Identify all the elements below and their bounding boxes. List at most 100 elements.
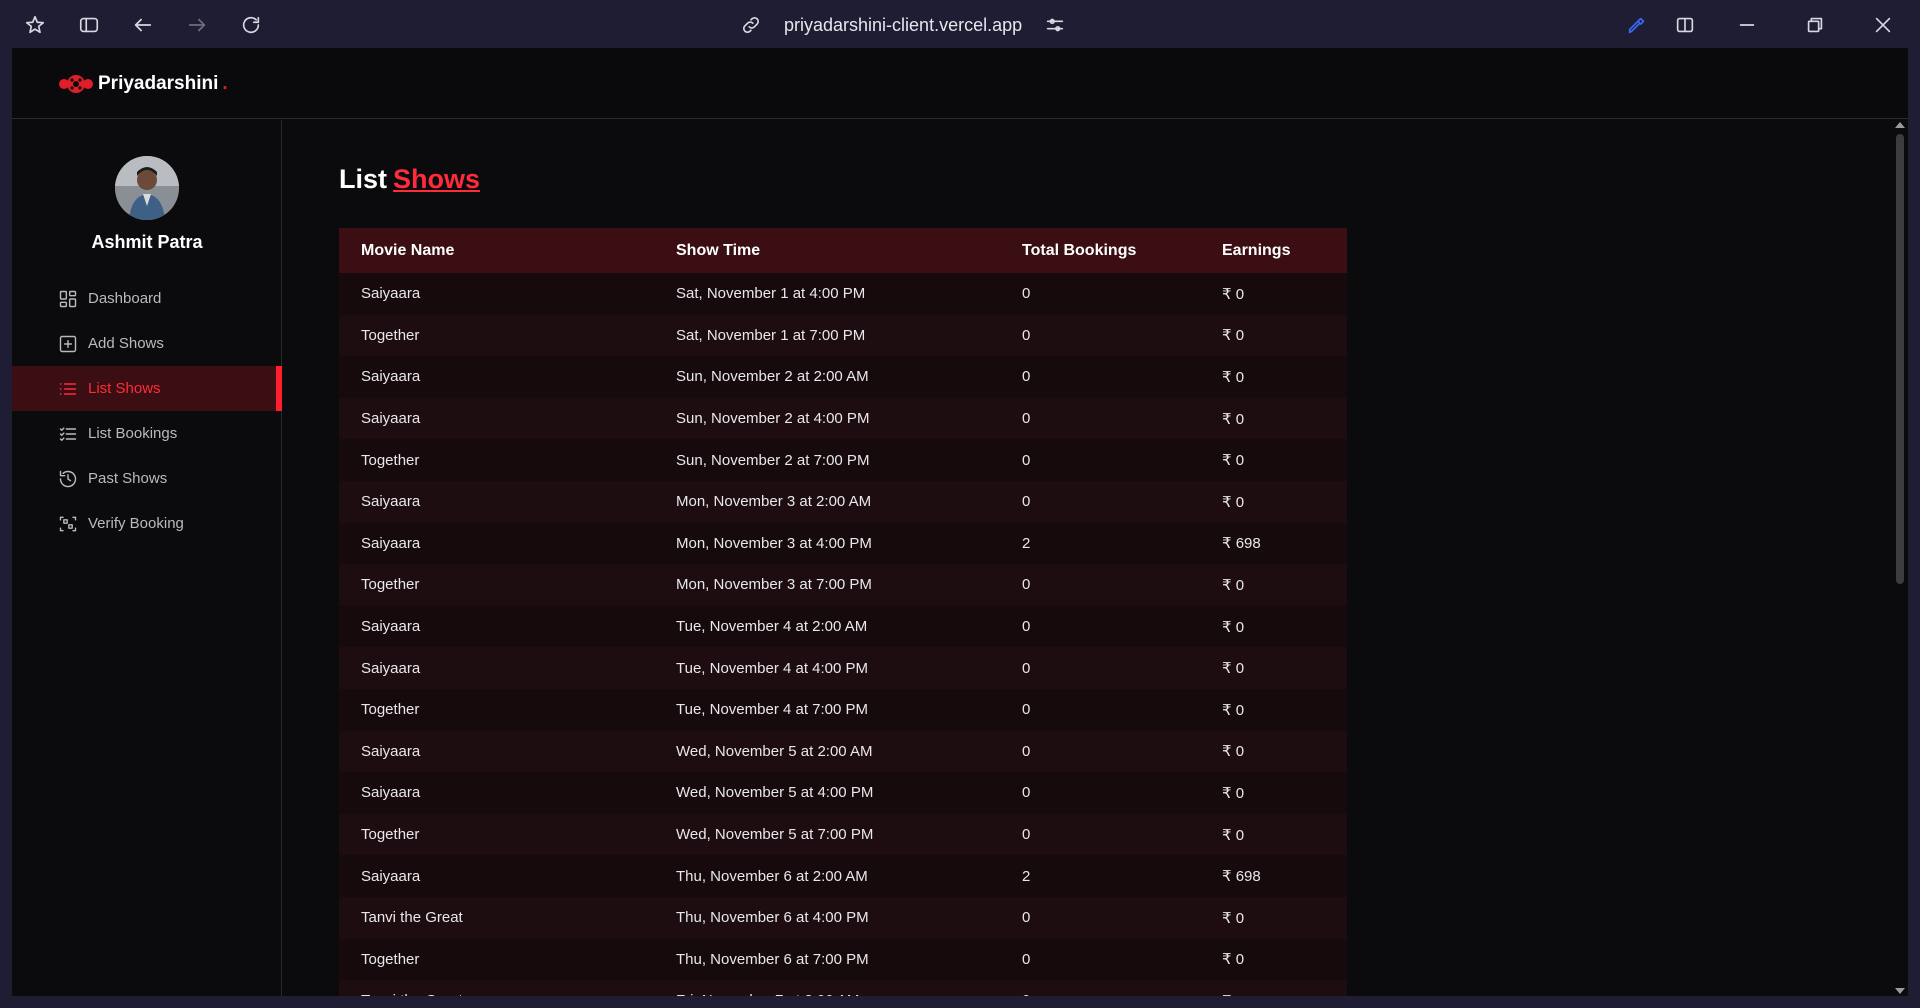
browser-toolbar: priyadarshini-client.vercel.app [0,0,1920,49]
earnings-cell: ₹ 0 [1222,909,1245,927]
history-icon [59,470,77,487]
total-bookings-cell: 0 [1022,659,1031,677]
back-icon[interactable] [130,12,156,38]
earnings-cell: ₹ 0 [1222,951,1245,969]
earnings-cell: ₹ 0 [1200,980,1347,996]
earnings-cell: ₹ 0 [1222,493,1245,511]
earnings-cell: ₹ 0 [1222,368,1245,386]
film-reel-logo-icon [59,75,93,93]
scrollbar-thumb[interactable] [1896,134,1904,584]
table-body: Saiyaara Sat, November 1 at 4:00 PM 0 ₹ 0 To… [339,273,1347,996]
table-row: Saiyaara Wed, November 5 at 4:00 PM 0 ₹ 0 [339,772,1347,814]
show-time-cell: Sun, November 2 at 7:00 PM [676,451,870,469]
scroll-down-arrow-icon[interactable] [1895,988,1905,994]
table-row: Saiyaara Tue, November 4 at 4:00 PM 0 ₹ 0 [339,647,1347,689]
split-view-icon[interactable] [1672,12,1698,38]
list-checks-icon [59,426,77,441]
show-time-cell: Sat, November 1 at 4:00 PM [676,285,866,303]
earnings-cell: ₹ 698 [1222,868,1261,886]
movie-name-cell: Saiyaara [361,867,421,885]
movie-name-cell: Saiyaara [361,493,421,511]
sidebar-item-dashboard[interactable]: Dashboard [12,276,282,321]
dashboard-icon [59,290,77,307]
sidebar-toggle-icon[interactable] [76,12,102,38]
scroll-up-arrow-icon[interactable] [1895,122,1905,128]
link-icon [740,14,762,36]
table-row: Saiyaara Tue, November 4 at 2:00 AM 0 ₹ 0 [339,605,1347,648]
table-row: Saiyaara Sun, November 2 at 4:00 PM 0 ₹ 0 [339,397,1347,440]
site-settings-icon[interactable] [1044,14,1066,36]
page-title-accent: Shows [393,164,481,194]
earnings-cell: ₹ 0 [1222,285,1245,303]
address-bar[interactable]: priyadarshini-client.vercel.app [740,10,1066,40]
top-navbar: Priyadarshini. [12,48,1908,119]
user-name: Ashmit Patra [91,232,203,252]
reload-icon[interactable] [238,12,264,38]
table-row: Together Mon, November 3 at 7:00 PM 0 ₹ 0 [339,564,1347,606]
movie-name-cell: Together [361,950,420,968]
plus-square-icon [59,335,77,352]
sidebar-item-list-bookings[interactable]: List Bookings [12,411,282,456]
column-header-earnings: Earnings [1222,241,1291,259]
show-time-cell: Wed, November 5 at 7:00 PM [676,826,874,844]
earnings-cell: ₹ 0 [1222,410,1245,428]
main-content: List Shows Movie Name Show Time Total Boo… [282,120,1892,996]
earnings-cell: ₹ 0 [1222,826,1245,844]
earnings-cell: ₹ 0 [1222,327,1245,345]
logo-dot: . [222,73,228,94]
sidebar-item-label: Past Shows [88,470,168,487]
total-bookings-cell: 0 [1022,909,1031,927]
table-row: Saiyaara Thu, November 6 at 2:00 AM 2 ₹ 698 [339,855,1347,897]
total-bookings-cell: 0 [1000,980,1200,996]
show-time-cell: Fri, November 7 at 2:00 AM [654,980,1000,996]
show-time-cell: Mon, November 3 at 2:00 AM [676,493,872,511]
close-icon[interactable] [1870,12,1896,38]
total-bookings-cell: 0 [1022,326,1031,344]
table-header-row: Movie Name Show Time Total Bookings Earn… [339,228,1347,273]
app-window: Priyadarshini. Ashmit Patra Dashboard Ad… [12,48,1908,996]
sidebar-item-add-shows[interactable]: Add Shows [12,321,282,366]
minimize-icon[interactable] [1734,12,1760,38]
table-row: Together Thu, November 6 at 7:00 PM 0 ₹ 0 [339,938,1347,981]
total-bookings-cell: 0 [1022,618,1031,636]
table-row: Saiyaara Mon, November 3 at 2:00 AM 0 ₹ 0 [339,480,1347,523]
page-title-prefix: List [339,164,388,194]
sidebar-item-list-shows[interactable]: List Shows [12,366,282,411]
table-row: Saiyaara Wed, November 5 at 2:00 AM 0 ₹ 0 [339,730,1347,773]
show-time-cell: Thu, November 6 at 2:00 AM [676,867,868,885]
movie-name-cell: Together [361,451,420,469]
total-bookings-cell: 0 [1022,576,1031,594]
table-row: Saiyaara Sun, November 2 at 2:00 AM 0 ₹ 0 [339,356,1347,398]
movie-name-cell: Saiyaara [361,742,421,760]
forward-icon[interactable] [184,12,210,38]
total-bookings-cell: 2 [1022,534,1031,552]
scrollbar[interactable] [1892,120,1908,996]
movie-name-cell: Saiyaara [361,285,421,303]
restore-icon[interactable] [1802,12,1828,38]
earnings-cell: ₹ 0 [1222,784,1245,802]
show-time-cell: Mon, November 3 at 7:00 PM [676,576,872,594]
table-row: Together Sun, November 2 at 7:00 PM 0 ₹ 0 [339,439,1347,481]
total-bookings-cell: 2 [1022,867,1031,885]
show-time-cell: Sun, November 2 at 2:00 AM [676,368,869,386]
sidebar-item-verify-booking[interactable]: Verify Booking [12,501,282,546]
total-bookings-cell: 0 [1022,493,1031,511]
logo[interactable]: Priyadarshini. [58,72,228,96]
total-bookings-cell: 0 [1022,784,1031,802]
earnings-cell: ₹ 0 [1222,618,1245,636]
movie-name-cell: Together [361,701,420,719]
column-header-total-bookings: Total Bookings [1022,241,1137,259]
show-time-cell: Thu, November 6 at 4:00 PM [676,909,869,927]
sidebar: Ashmit Patra Dashboard Add Shows List Sh… [12,120,282,996]
url-text[interactable]: priyadarshini-client.vercel.app [784,15,1022,36]
sidebar-item-past-shows[interactable]: Past Shows [12,456,282,501]
table-row: Together Tue, November 4 at 7:00 PM 0 ₹ 0 [339,688,1347,731]
browser-menu-icon[interactable] [22,12,48,38]
avatar [115,156,179,220]
earnings-cell: ₹ 0 [1222,743,1245,761]
table-row: Together Wed, November 5 at 7:00 PM 0 ₹ 0 [339,813,1347,856]
show-time-cell: Tue, November 4 at 7:00 PM [676,701,869,719]
eyedropper-icon[interactable] [1624,12,1650,38]
show-time-cell: Wed, November 5 at 4:00 PM [676,784,874,802]
movie-name-cell: Together [361,326,420,344]
